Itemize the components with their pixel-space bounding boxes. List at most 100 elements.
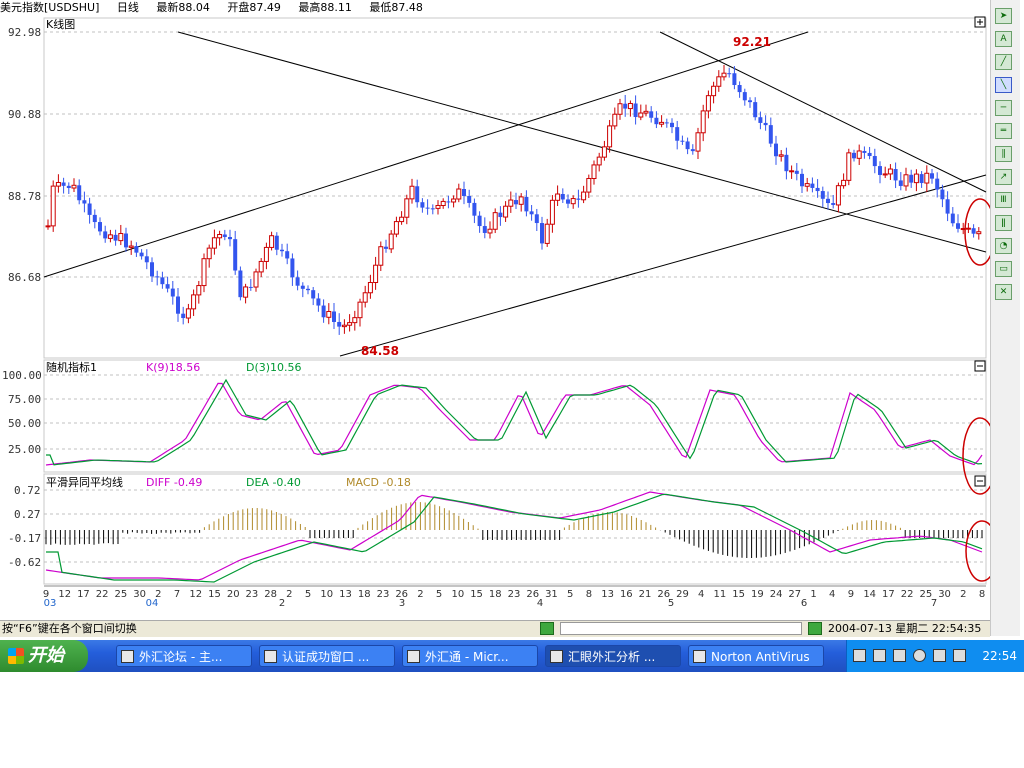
candle-down — [150, 262, 154, 277]
candle-up — [721, 72, 727, 78]
candle-up — [705, 95, 711, 112]
rectangle-tool-icon[interactable]: ▭ — [995, 261, 1012, 277]
candle-down — [61, 182, 66, 186]
x-tick-label: 12 — [189, 589, 202, 600]
channel-tool-icon[interactable]: ═ — [995, 123, 1012, 139]
candle-down — [124, 233, 128, 248]
taskbar-item-analysis[interactable]: 汇眼外汇分析 ... — [545, 645, 681, 667]
cycle-tool-icon[interactable]: ◔ — [995, 238, 1012, 254]
ie-window-icon — [121, 650, 134, 663]
cursor-icon[interactable]: ➤ — [995, 8, 1012, 24]
candle-down — [727, 73, 732, 75]
period-label: 日线 — [116, 1, 139, 14]
candle-up — [503, 205, 509, 218]
x-tick-label: 4 — [698, 589, 704, 600]
main-y-tick: 92.98 — [8, 26, 41, 39]
x-tick-label: 14 — [863, 589, 876, 600]
help-icon[interactable] — [873, 649, 886, 662]
ray-tool-icon[interactable]: ╲ — [995, 77, 1012, 93]
candle-down — [732, 73, 737, 86]
downtrend-line-a[interactable] — [177, 31, 987, 253]
high-price: 最高88.11 — [298, 1, 352, 14]
x-tick-label: 12 — [58, 589, 71, 600]
taskbar-item-forum[interactable]: 外汇论坛 - 主... — [116, 645, 252, 667]
volume-icon[interactable] — [953, 649, 966, 662]
candle-down — [165, 284, 170, 289]
text-a-icon[interactable]: A — [995, 31, 1012, 47]
candle-down — [685, 141, 690, 150]
candle-down — [321, 305, 326, 318]
candle-up — [456, 188, 462, 200]
delete-tool-icon[interactable]: ✕ — [995, 284, 1012, 300]
segment-tool-icon[interactable]: ─ — [995, 100, 1012, 116]
candle-up — [378, 246, 384, 266]
candle-down — [92, 214, 97, 223]
candle-down — [909, 174, 914, 183]
candle-up — [643, 110, 649, 114]
lower-channel-line[interactable] — [339, 174, 987, 357]
candle-down — [467, 195, 472, 203]
candle-down — [415, 186, 420, 203]
windows-logo-icon — [8, 648, 24, 664]
candle-down — [87, 203, 92, 215]
candle-up — [243, 286, 249, 298]
candle-up — [570, 198, 576, 205]
candle-down — [831, 203, 836, 205]
gann-tool-icon[interactable]: ǁ — [995, 215, 1012, 231]
candle-up — [612, 113, 618, 127]
macd-y-tick: -0.17 — [8, 532, 41, 545]
arrow-tool-icon[interactable]: ↗ — [995, 169, 1012, 185]
keyboard-icon[interactable] — [853, 649, 866, 662]
candle-down — [898, 180, 903, 186]
start-button[interactable]: 开始 — [0, 640, 88, 672]
stock-chart[interactable]: K线图 随机指标1 K(9)18.56 D(3)10.56 平滑异同平均线 DI… — [0, 16, 990, 616]
chart-app-icon — [550, 650, 563, 663]
x-month-label: 4 — [537, 598, 543, 609]
candle-down — [446, 201, 451, 203]
parallel-tool-icon[interactable]: ∥ — [995, 146, 1012, 162]
candle-down — [867, 152, 872, 157]
collapse-arrow-icon[interactable] — [913, 649, 926, 662]
candle-down — [82, 200, 87, 204]
x-tick-label: 8 — [586, 589, 592, 600]
candle-down — [956, 223, 960, 229]
network-icon[interactable] — [933, 649, 946, 662]
main-panel-title: K线图 — [46, 17, 75, 31]
connection-icon[interactable] — [540, 622, 554, 635]
candle-up — [253, 271, 259, 288]
taskbar-item-auth[interactable]: 认证成功窗口 ... — [259, 645, 395, 667]
taskbar-item-norton[interactable]: Norton AntiVirus — [688, 645, 824, 667]
candle-up — [627, 102, 633, 110]
candle-down — [950, 213, 955, 224]
x-tick-label: 17 — [882, 589, 895, 600]
x-tick-label: 30 — [938, 589, 951, 600]
candle-down — [576, 198, 581, 200]
candle-down — [560, 194, 565, 200]
kdj-panel-toggle[interactable] — [974, 360, 986, 372]
macd-panel-toggle[interactable] — [974, 475, 986, 487]
taskbar-clock[interactable]: 22:54 — [982, 640, 1017, 672]
candle-down — [748, 100, 752, 103]
candle-up — [435, 205, 441, 209]
candle-down — [482, 226, 487, 233]
upper-channel-line[interactable] — [43, 31, 809, 278]
trend-lines[interactable] — [43, 31, 987, 357]
main-panel-toggle[interactable] — [974, 16, 986, 28]
candle-down — [654, 117, 659, 125]
candle-up — [586, 178, 592, 193]
kdj-panel-frame — [43, 359, 987, 473]
monitor-icon[interactable] — [893, 649, 906, 662]
x-tick-label: 5 — [305, 589, 311, 600]
taskbar-item-forex[interactable]: 外汇通 - Micr... — [402, 645, 538, 667]
candle-down — [664, 122, 669, 124]
line-tool-icon[interactable]: ╱ — [995, 54, 1012, 70]
candle-up — [263, 246, 269, 262]
fibonacci-tool-icon[interactable]: Ⅲ — [995, 192, 1012, 208]
x-tick-label: 13 — [601, 589, 614, 600]
candle-down — [113, 234, 118, 241]
candle-down — [462, 189, 466, 196]
candle-up — [45, 225, 51, 228]
candle-up — [841, 179, 847, 187]
candle-down — [680, 140, 685, 142]
candle-down — [763, 122, 768, 126]
